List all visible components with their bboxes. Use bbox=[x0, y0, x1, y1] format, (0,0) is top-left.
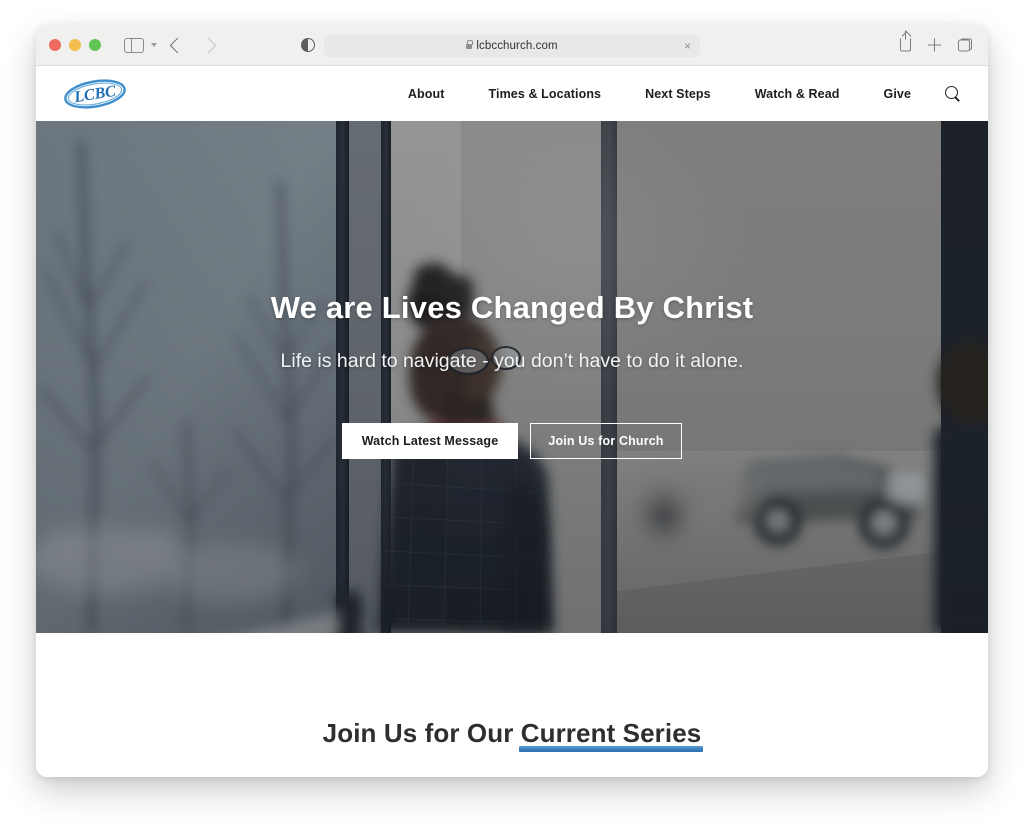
nav-item-times-locations[interactable]: Times & Locations bbox=[467, 87, 624, 101]
nav-item-watch-read[interactable]: Watch & Read bbox=[733, 87, 862, 101]
site-header: LCBC About Times & Locations Next Steps … bbox=[36, 66, 988, 121]
main-navigation: About Times & Locations Next Steps Watch… bbox=[386, 86, 966, 101]
zoom-window-button[interactable] bbox=[89, 39, 101, 51]
sidebar-toggle-icon[interactable] bbox=[124, 37, 144, 53]
nav-item-next-steps[interactable]: Next Steps bbox=[623, 87, 733, 101]
browser-window: lcbcchurch.com × LCBC About Times & Loca… bbox=[36, 25, 988, 777]
window-controls bbox=[49, 39, 101, 51]
hero-content: We are Lives Changed By Christ Life is h… bbox=[36, 121, 988, 633]
close-icon[interactable]: × bbox=[684, 40, 691, 52]
share-icon[interactable] bbox=[900, 30, 911, 52]
hero-section: We are Lives Changed By Christ Life is h… bbox=[36, 121, 988, 633]
chevron-down-icon[interactable] bbox=[151, 43, 157, 47]
hero-title: We are Lives Changed By Christ bbox=[270, 289, 754, 325]
hero-subtitle: Life is hard to navigate - you don’t hav… bbox=[280, 349, 744, 372]
address-bar[interactable]: lcbcchurch.com × bbox=[324, 34, 700, 57]
toolbar-left-group bbox=[101, 37, 217, 53]
search-icon[interactable] bbox=[945, 86, 960, 101]
minimize-window-button[interactable] bbox=[69, 39, 81, 51]
new-tab-icon[interactable] bbox=[928, 38, 941, 52]
toolbar-right-group bbox=[900, 30, 972, 52]
join-us-for-church-button[interactable]: Join Us for Church bbox=[530, 422, 682, 459]
tab-overview-icon[interactable] bbox=[958, 38, 972, 52]
watch-latest-message-button[interactable]: Watch Latest Message bbox=[342, 422, 518, 459]
browser-toolbar: lcbcchurch.com × bbox=[36, 25, 988, 66]
series-heading-highlight: Current Series bbox=[518, 717, 703, 752]
forward-arrow-icon bbox=[200, 37, 217, 53]
nav-item-about[interactable]: About bbox=[386, 87, 467, 101]
address-bar-url: lcbcchurch.com bbox=[476, 39, 558, 52]
hero-button-group: Watch Latest Message Join Us for Church bbox=[342, 422, 682, 459]
current-series-section: Join Us for Our Current Series bbox=[36, 633, 988, 777]
privacy-report-icon[interactable] bbox=[301, 38, 315, 52]
series-heading-prefix: Join Us for Our bbox=[322, 717, 521, 748]
lock-icon bbox=[466, 40, 474, 49]
back-arrow-icon[interactable] bbox=[169, 37, 186, 53]
current-series-heading: Join Us for Our Current Series bbox=[322, 717, 703, 752]
page-viewport: LCBC About Times & Locations Next Steps … bbox=[36, 66, 988, 777]
lcbc-logo[interactable]: LCBC bbox=[62, 77, 128, 111]
close-window-button[interactable] bbox=[49, 39, 61, 51]
nav-item-give[interactable]: Give bbox=[862, 87, 934, 101]
